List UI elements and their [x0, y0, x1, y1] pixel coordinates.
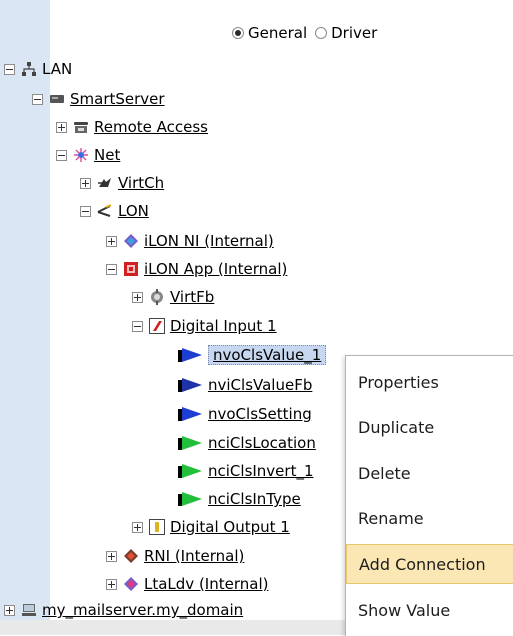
network-icon [22, 62, 36, 76]
tree-node-datapoint[interactable]: nciClsInType [178, 488, 301, 510]
tree-node-label[interactable]: nciClsInvert_1 [208, 462, 314, 480]
tree-node-label[interactable]: LtaLdv (Internal) [144, 575, 268, 593]
tree-node-label[interactable]: Net [94, 146, 120, 164]
channel-icon [98, 178, 111, 187]
expand-toggle[interactable] [56, 121, 67, 133]
expand-toggle[interactable] [132, 521, 143, 533]
collapse-toggle[interactable] [56, 149, 67, 161]
collapse-toggle[interactable] [132, 320, 143, 332]
tree-node-label[interactable]: nvoClsSetting [208, 405, 312, 423]
general-radio[interactable] [232, 27, 244, 39]
menu-item-duplicate[interactable]: Duplicate [346, 407, 513, 447]
server-icon [50, 95, 64, 103]
menu-item-add-connection[interactable]: Add Connection [346, 544, 513, 584]
expand-toggle[interactable] [106, 235, 117, 247]
tree-node-virtch[interactable]: VirtCh [80, 172, 164, 194]
network-interface-icon [124, 234, 138, 248]
tree-node-smartserver[interactable]: SmartServer [32, 88, 165, 110]
tree-node-mailserver[interactable]: my_mailserver.my_domain [4, 599, 243, 621]
menu-item-properties[interactable]: Properties [346, 362, 513, 402]
digital-output-icon [149, 519, 165, 535]
expand-toggle[interactable] [80, 177, 91, 189]
tree-node-label[interactable]: LON [118, 202, 149, 220]
config-datapoint-icon [178, 492, 204, 506]
tree-node-remote-access[interactable]: Remote Access [56, 116, 208, 138]
tree-node-label[interactable]: nvoClsValue_1 [208, 345, 327, 365]
collapse-toggle[interactable] [32, 93, 43, 105]
driver-radio[interactable] [315, 27, 328, 39]
tree-node-label[interactable]: my_mailserver.my_domain [42, 601, 243, 619]
tree-node-datapoint[interactable]: nvoClsSetting [178, 403, 312, 425]
expand-toggle[interactable] [4, 604, 15, 616]
tree-node-label[interactable]: Digital Output 1 [170, 518, 290, 536]
tree-node-label[interactable]: RNI (Internal) [144, 547, 244, 565]
tree-node-label[interactable]: nciClsLocation [208, 434, 316, 452]
tree-node-ilon-app[interactable]: iLON App (Internal) [106, 258, 287, 280]
tree-node-label[interactable]: Remote Access [94, 118, 208, 136]
output-datapoint-icon [178, 407, 204, 421]
tree-node-net[interactable]: Net [56, 144, 120, 166]
tree-node-label[interactable]: iLON NI (Internal) [144, 232, 274, 250]
collapse-toggle[interactable] [4, 63, 15, 75]
tree-node-rni[interactable]: RNI (Internal) [106, 545, 244, 567]
ldv-interface-icon [124, 577, 138, 591]
view-mode-radio-group: General Driver [232, 22, 385, 44]
collapse-toggle[interactable] [106, 263, 117, 275]
tree-node-label[interactable]: VirtCh [118, 174, 164, 192]
remote-interface-icon [124, 549, 138, 563]
tree-node-datapoint[interactable]: nciClsInvert_1 [178, 460, 314, 482]
tree-node-digital-input-1[interactable]: Digital Input 1 [132, 315, 277, 337]
computer-icon [22, 604, 36, 616]
tree-node-lan[interactable]: LAN [4, 58, 72, 80]
tree-node-datapoint[interactable]: nciClsLocation [178, 432, 316, 454]
config-datapoint-icon [178, 464, 204, 478]
functional-block-icon [151, 289, 163, 305]
lon-channel-icon [97, 204, 112, 217]
telephone-icon [74, 122, 88, 133]
tree-node-datapoint[interactable]: nviClsValueFb [178, 374, 312, 396]
application-device-icon [124, 262, 138, 276]
menu-item-delete[interactable]: Delete [346, 453, 513, 493]
tree-node-datapoint[interactable]: nvoClsValue_1 [178, 344, 327, 366]
expand-toggle[interactable] [106, 550, 117, 562]
tree-node-label[interactable]: iLON App (Internal) [144, 260, 287, 278]
tree-node-ilon-ni[interactable]: iLON NI (Internal) [106, 230, 274, 252]
collapse-toggle[interactable] [80, 205, 91, 217]
context-menu: Properties Duplicate Delete Rename Add C… [345, 355, 513, 636]
tree-node-label[interactable]: SmartServer [70, 90, 165, 108]
menu-item-show-value[interactable]: Show Value [346, 590, 513, 630]
output-datapoint-icon [178, 348, 204, 362]
tree-node-label[interactable]: Digital Input 1 [170, 317, 277, 335]
menu-item-rename[interactable]: Rename [346, 498, 513, 538]
tree-node-virtfb[interactable]: VirtFb [132, 286, 214, 308]
tree-node-label[interactable]: VirtFb [170, 288, 214, 306]
general-radio-label[interactable]: General [248, 24, 307, 42]
input-datapoint-icon [178, 378, 204, 392]
tree-node-digital-output-1[interactable]: Digital Output 1 [132, 516, 290, 538]
expand-toggle[interactable] [132, 291, 143, 303]
tree-node-label[interactable]: nciClsInType [208, 490, 301, 508]
tree-node-lon[interactable]: LON [80, 200, 149, 222]
net-icon [74, 148, 88, 162]
digital-input-icon [149, 318, 165, 334]
expand-toggle[interactable] [106, 578, 117, 590]
driver-radio-label[interactable]: Driver [331, 24, 377, 42]
tree-node-ltaldv[interactable]: LtaLdv (Internal) [106, 573, 268, 595]
tree-node-label: LAN [42, 60, 73, 78]
tree-node-label[interactable]: nviClsValueFb [208, 376, 312, 394]
config-datapoint-icon [178, 436, 204, 450]
